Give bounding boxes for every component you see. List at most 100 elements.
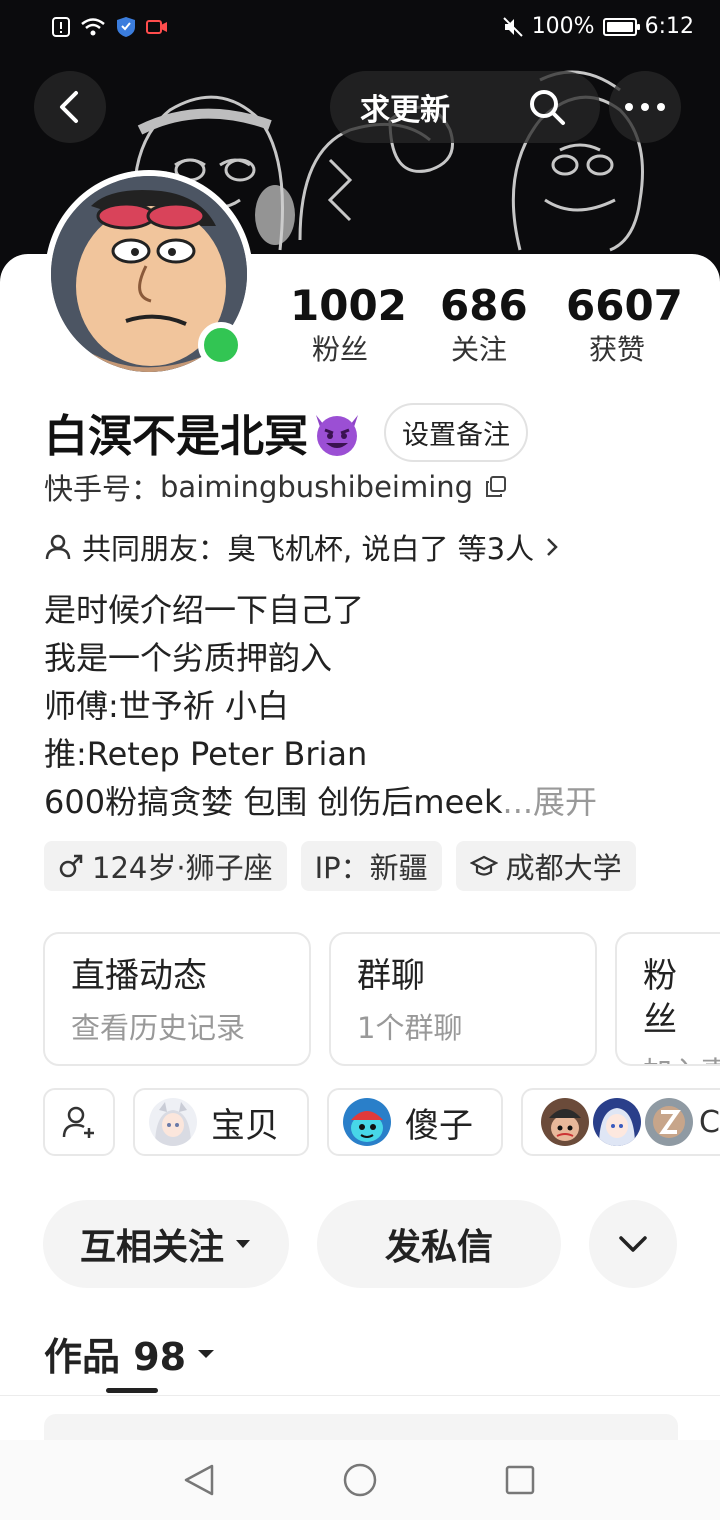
status-bar: 100% 6:12	[0, 0, 720, 58]
mutual-follow-label: 互相关注	[79, 1227, 224, 1268]
stat-fans-label: 粉丝	[311, 333, 368, 366]
smiling-devil-emoji-icon	[316, 415, 358, 456]
profile-bio: 是时候介绍一下自己了 我是一个劣质押韵入 师傅:世予祈 小白 推:Retep P…	[44, 586, 597, 826]
add-friend-button[interactable]	[43, 1088, 115, 1156]
alert-icon	[52, 17, 70, 37]
age-zodiac-text: 124岁·狮子座	[92, 851, 273, 885]
stat-likes-label: 获赞	[588, 333, 645, 366]
live-history-card[interactable]: 直播动态 查看历史记录	[43, 932, 311, 1066]
group-chat-subtitle: 1个群聊	[357, 1011, 463, 1045]
bio-line: 师傅:世予祈 小白	[44, 687, 289, 725]
chevron-down-icon	[619, 1236, 647, 1252]
graduation-cap-icon	[469, 855, 498, 876]
bio-ellipsis: ...	[502, 783, 534, 821]
bio-line: 推:Retep Peter Brian	[44, 735, 368, 773]
clock: 6:12	[644, 14, 694, 39]
group-name: 傻子	[405, 1105, 473, 1146]
school-tag: 成都大学	[455, 841, 636, 891]
group-chip-multi[interactable]: C	[521, 1088, 720, 1156]
status-icons-right: 100% 6:12	[502, 14, 694, 39]
stat-following-value: 686	[440, 281, 528, 330]
mutual-friends-row[interactable]: 共同朋友： 臭飞机杯, 说白了 等3人	[44, 526, 562, 568]
stat-likes-value: 6607	[566, 281, 683, 330]
stat-fans-value: 1002	[290, 281, 407, 330]
system-nav-icons	[184, 1463, 535, 1497]
kuaishou-id-label: 快手号：	[44, 472, 161, 506]
ip-location-text: IP：新疆	[314, 851, 428, 885]
shield-icon	[117, 17, 135, 37]
copy-icon[interactable]	[485, 476, 507, 498]
request-update-label: 求更新	[360, 93, 450, 128]
stat-following-label: 关注	[450, 333, 507, 366]
online-status-dot	[198, 322, 244, 368]
send-message-button[interactable]: 发私信	[317, 1200, 561, 1288]
search-button[interactable]	[526, 86, 568, 128]
more-dots-icon	[625, 103, 665, 111]
school-text: 成都大学	[505, 851, 622, 885]
group-name: 宝贝	[211, 1105, 279, 1146]
group-avatar	[149, 1098, 197, 1146]
stat-following[interactable]: 686 关注	[440, 280, 528, 368]
group-more-letter: C	[699, 1104, 720, 1140]
profile-tags: 124岁·狮子座 IP：新疆 成都大学	[44, 841, 636, 891]
battery-fill	[606, 21, 633, 32]
male-gender-icon	[59, 854, 83, 878]
tab-divider	[0, 1395, 720, 1396]
send-message-label: 发私信	[384, 1227, 493, 1268]
stat-fans[interactable]: 1002 粉丝	[290, 280, 407, 368]
battery-icon	[602, 17, 640, 36]
group-avatar	[343, 1098, 391, 1146]
mutual-friends-names: 臭飞机杯, 说白了 等3人	[227, 532, 535, 566]
bio-line: 是时候介绍一下自己了	[44, 591, 365, 629]
caret-down-icon	[236, 1240, 250, 1248]
member-avatar	[593, 1098, 641, 1146]
chevron-left-icon	[60, 91, 78, 123]
more-button[interactable]	[609, 71, 681, 143]
live-history-title: 直播动态	[71, 956, 207, 996]
fan-group-subtitle: 加入事	[643, 1054, 720, 1064]
set-remark-button[interactable]: 设置备注	[384, 402, 528, 462]
bio-line: 600粉搞贪婪 包围 创伤后meek	[44, 783, 503, 821]
chevron-right-icon	[547, 538, 558, 556]
active-tab-indicator	[106, 1388, 158, 1393]
member-avatar	[645, 1098, 693, 1146]
expand-bio-link[interactable]: 展开	[533, 783, 597, 821]
recording-icon	[146, 20, 167, 34]
home-circle-icon[interactable]	[343, 1463, 377, 1497]
kuaishou-id-value: baimingbushibeiming	[160, 470, 474, 504]
works-tab-label: 作品 98	[44, 1335, 187, 1379]
letter-avatar-icon	[645, 1098, 693, 1146]
caret-down-icon	[198, 1349, 215, 1358]
bio-line: 我是一个劣质押韵入	[44, 639, 333, 677]
group-chip[interactable]: 傻子	[327, 1088, 503, 1156]
live-history-subtitle: 查看历史记录	[71, 1011, 246, 1045]
system-nav-bar	[0, 1440, 720, 1520]
stat-likes[interactable]: 6607 获赞	[566, 280, 683, 368]
cartoon-avatar-icon	[541, 1098, 589, 1146]
bio-line-last: 600粉搞贪婪 包围 创伤后meek...展开	[44, 778, 597, 826]
group-chip[interactable]: 宝贝	[133, 1088, 309, 1156]
add-person-icon	[62, 1106, 94, 1138]
member-avatar	[541, 1098, 589, 1146]
group-chat-card[interactable]: 群聊 1个群聊	[329, 932, 597, 1066]
back-triangle-icon[interactable]	[184, 1464, 214, 1496]
ip-location-tag: IP：新疆	[300, 841, 442, 891]
works-tab[interactable]: 作品 98	[44, 1326, 216, 1381]
person-icon	[45, 534, 71, 560]
search-icon	[530, 90, 565, 125]
expand-more-button[interactable]	[589, 1200, 677, 1288]
profile-name: 白溟不是北冥	[44, 411, 308, 462]
anime-girl-avatar-icon	[149, 1098, 197, 1146]
cartoon-avatar-icon	[343, 1098, 391, 1146]
mutual-friends-label: 共同朋友：	[82, 532, 228, 566]
anime-avatar-icon	[593, 1098, 641, 1146]
back-button[interactable]	[34, 71, 106, 143]
battery-percent: 100%	[531, 14, 595, 39]
fan-group-card[interactable]: 粉丝 加入事	[615, 932, 720, 1066]
mutual-follow-button[interactable]: 互相关注	[43, 1200, 289, 1288]
wifi-icon	[81, 18, 105, 36]
kuaishou-id: 快手号： baimingbushibeiming	[44, 466, 507, 508]
recents-square-icon[interactable]	[505, 1465, 535, 1495]
name-row: 白溟不是北冥 设置备注	[44, 400, 528, 464]
mute-icon	[502, 16, 523, 37]
